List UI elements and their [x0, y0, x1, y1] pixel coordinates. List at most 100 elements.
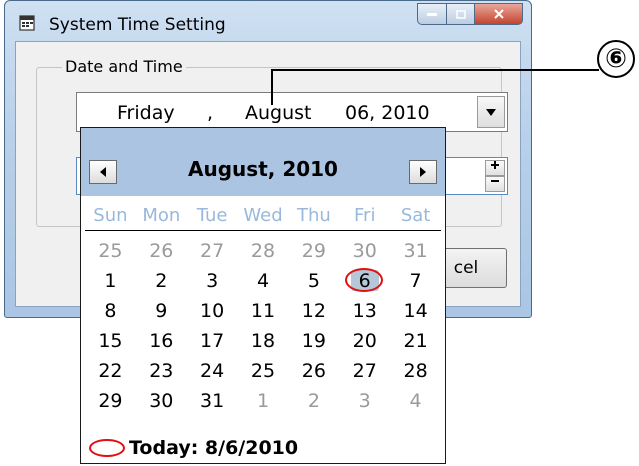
time-spinner[interactable]	[485, 160, 505, 192]
calendar-day-number: 19	[301, 330, 326, 352]
calendar-day-cell[interactable]: 28	[390, 356, 441, 386]
dow-label: Sat	[400, 205, 431, 226]
calendar-day-number: 1	[256, 390, 270, 412]
calendar-day-cell[interactable]: 30	[339, 236, 390, 266]
date-dropdown-button[interactable]	[477, 96, 505, 128]
calendar-day-cell[interactable]: 25	[238, 356, 289, 386]
calendar-day-cell[interactable]: 8	[85, 296, 136, 326]
calendar-day-cell[interactable]: 31	[390, 236, 441, 266]
close-icon	[493, 9, 504, 19]
calendar-day-cell[interactable]: 17	[187, 326, 238, 356]
maximize-icon	[455, 9, 466, 19]
calendar-day-number: 26	[301, 360, 326, 382]
calendar-day-cell[interactable]: 2	[136, 266, 187, 296]
spin-down-button[interactable]	[485, 176, 505, 192]
calendar-day-number: 23	[149, 360, 174, 382]
calendar-day-number: 3	[358, 390, 371, 412]
month-calendar-dropdown: August, 2010 Sun Mon Tue Wed Thu Fri Sat…	[80, 127, 446, 464]
minimize-button[interactable]	[417, 3, 447, 25]
calendar-day-number: 8	[104, 300, 117, 322]
calendar-day-number: 29	[301, 240, 326, 262]
calendar-day-cell[interactable]: 22	[85, 356, 136, 386]
dow-label: Mon	[142, 205, 181, 226]
calendar-day-cell[interactable]: 4	[238, 266, 289, 296]
spin-up-icon	[491, 161, 499, 169]
dow-label: Sun	[93, 205, 128, 226]
calendar-day-cell[interactable]: 21	[390, 326, 441, 356]
calendar-day-cell[interactable]: 10	[187, 296, 238, 326]
dow-label: Wed	[243, 205, 283, 226]
calendar-day-selected[interactable]: 6	[339, 266, 390, 296]
calendar-day-cell[interactable]: 7	[390, 266, 441, 296]
calendar-day-cell[interactable]: 23	[136, 356, 187, 386]
calendar-header: August, 2010	[81, 128, 445, 196]
calendar-day-cell[interactable]: 30	[136, 386, 187, 416]
callout-line-vertical	[271, 69, 273, 105]
date-weekday[interactable]: Friday	[117, 102, 175, 124]
calendar-day-number: 25	[98, 240, 123, 262]
calendar-day-cell[interactable]: 16	[136, 326, 187, 356]
date-day-year[interactable]: 06, 2010	[345, 102, 430, 124]
calendar-day-number: 15	[98, 330, 123, 352]
date-picker-field[interactable]: Friday , August 06, 2010	[76, 92, 508, 132]
maximize-button[interactable]	[447, 3, 475, 25]
calendar-day-number: 2	[155, 270, 168, 292]
today-link[interactable]: Today: 8/6/2010	[89, 435, 298, 461]
calendar-day-cell[interactable]: 31	[187, 386, 238, 416]
calendar-day-cell[interactable]: 14	[390, 296, 441, 326]
calendar-day-cell[interactable]: 1	[238, 386, 289, 416]
calendar-day-number: 13	[352, 300, 377, 322]
calendar-month-title[interactable]: August, 2010	[81, 157, 445, 181]
calendar-day-cell[interactable]: 24	[187, 356, 238, 386]
calendar-day-cell[interactable]: 27	[187, 236, 238, 266]
calendar-day-cell[interactable]: 27	[339, 356, 390, 386]
calendar-day-cell[interactable]: 26	[136, 236, 187, 266]
calendar-day-cell[interactable]: 18	[238, 326, 289, 356]
calendar-day-cell[interactable]: 11	[238, 296, 289, 326]
calendar-day-cell[interactable]: 28	[238, 236, 289, 266]
calendar-day-cell[interactable]: 5	[288, 266, 339, 296]
today-label[interactable]: Today: 8/6/2010	[129, 437, 298, 459]
day-of-week-header: Sun Mon Tue Wed Thu Fri Sat	[85, 205, 441, 229]
calendar-day-cell[interactable]: 12	[288, 296, 339, 326]
calendar-day-cell[interactable]: 2	[288, 386, 339, 416]
calendar-day-cell[interactable]: 19	[288, 326, 339, 356]
calendar-day-number: 24	[200, 360, 225, 382]
calendar-week-row: 25 26 27 28 29 30 31	[85, 236, 441, 266]
close-button[interactable]	[475, 3, 523, 25]
date-month[interactable]: August	[245, 102, 312, 124]
calendar-day-cell[interactable]: 20	[339, 326, 390, 356]
caption-buttons	[417, 3, 523, 25]
calendar-day-number: 27	[352, 360, 377, 382]
calendar-day-cell[interactable]: 25	[85, 236, 136, 266]
spin-up-button[interactable]	[485, 160, 505, 176]
calendar-day-number: 28	[250, 240, 276, 262]
calendar-day-number: 21	[403, 330, 428, 352]
calendar-day-cell[interactable]: 13	[339, 296, 390, 326]
calendar-day-number: 31	[200, 390, 225, 412]
calendar-day-cell[interactable]: 1	[85, 266, 136, 296]
calendar-day-number: 14	[403, 300, 428, 322]
calendar-day-cell[interactable]: 15	[85, 326, 136, 356]
calendar-day-number: 25	[250, 360, 276, 382]
calendar-week-row: 8 9 10 11 12 13 14	[85, 296, 441, 326]
calendar-week-row: 29 30 31 1 2 3 4	[85, 386, 441, 416]
arrow-right-icon	[420, 167, 426, 177]
calendar-day-cell[interactable]: 4	[390, 386, 441, 416]
calendar-day-cell[interactable]: 29	[288, 236, 339, 266]
calendar-day-number: 3	[206, 270, 219, 292]
calendar-day-number: 10	[200, 300, 225, 322]
title-bar[interactable]: System Time Setting	[5, 1, 531, 41]
calendar-day-number: 29	[98, 390, 123, 412]
calendar-day-cell[interactable]: 29	[85, 386, 136, 416]
calendar-day-cell[interactable]: 26	[288, 356, 339, 386]
calendar-day-number: 26	[149, 240, 174, 262]
calendar-day-cell[interactable]: 9	[136, 296, 187, 326]
callout-number-badge: ⑥	[597, 40, 635, 78]
next-month-button[interactable]	[409, 160, 437, 184]
calendar-day-cell[interactable]: 3	[339, 386, 390, 416]
spin-down-icon	[491, 180, 499, 182]
calendar-day-number: 7	[409, 270, 422, 292]
calendar-day-number: 31	[403, 240, 428, 262]
calendar-day-cell[interactable]: 3	[187, 266, 238, 296]
